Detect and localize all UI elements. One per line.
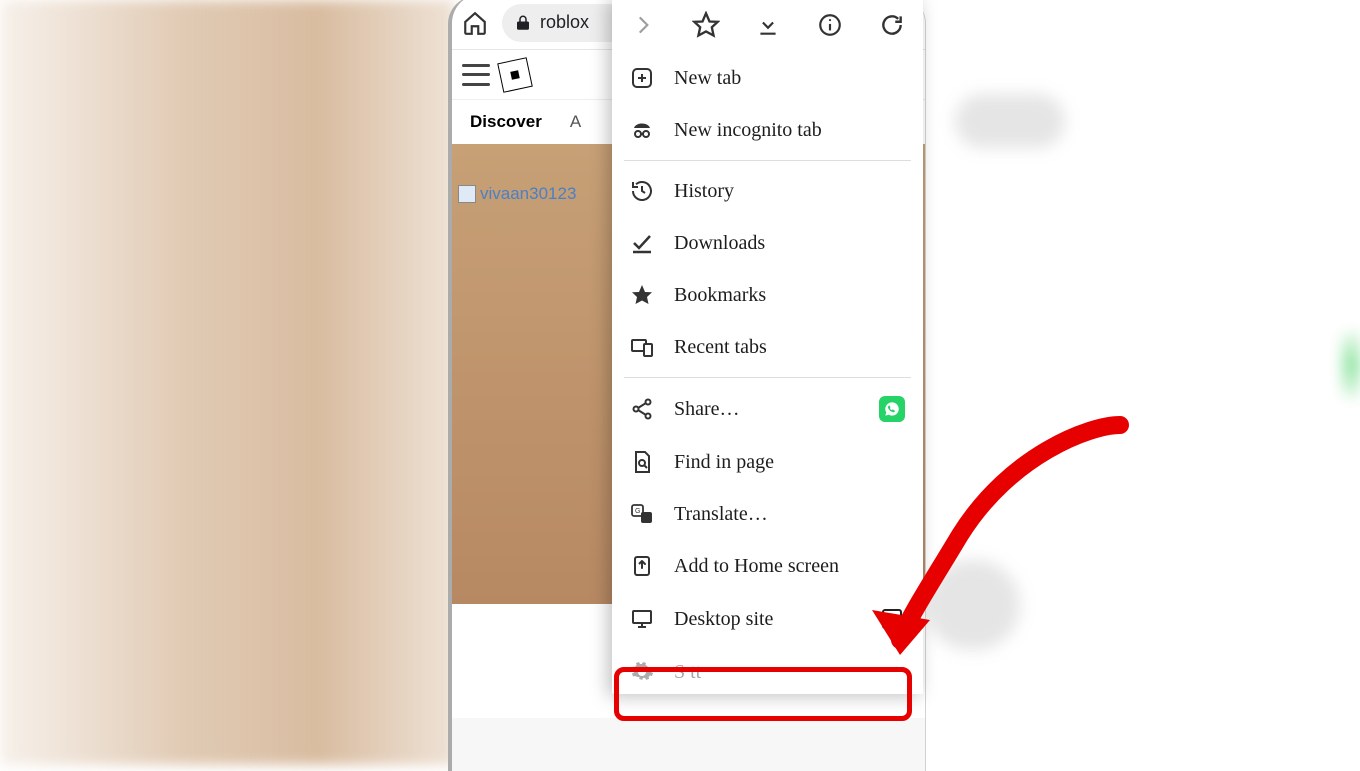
menu-label: S tt: [674, 661, 905, 684]
star-filled-icon: [630, 283, 654, 307]
desktop-site-checkbox[interactable]: [879, 606, 905, 632]
menu-downloads[interactable]: Downloads: [612, 217, 923, 269]
history-icon: [630, 179, 654, 203]
menu-find-in-page[interactable]: Find in page: [612, 436, 923, 488]
menu-label: Share…: [674, 398, 859, 421]
menu-add-home[interactable]: Add to Home screen: [612, 540, 923, 592]
devices-icon: [630, 335, 654, 359]
translate-icon: G: [630, 502, 654, 526]
blur-shape-green: [1340, 330, 1360, 400]
browser-overflow-menu: New tab New incognito tab History Downlo…: [612, 0, 923, 694]
svg-text:G: G: [635, 508, 640, 515]
menu-label: Find in page: [674, 451, 905, 474]
menu-label: Downloads: [674, 232, 905, 255]
menu-label: Recent tabs: [674, 336, 905, 359]
download-icon[interactable]: [755, 12, 781, 38]
forward-icon[interactable]: [630, 12, 656, 38]
whatsapp-icon: [879, 396, 905, 422]
tab-partial[interactable]: A: [570, 112, 581, 132]
menu-label: New incognito tab: [674, 119, 905, 142]
desktop-icon: [630, 607, 654, 631]
reload-icon[interactable]: [879, 12, 905, 38]
menu-label: New tab: [674, 67, 905, 90]
menu-divider: [624, 377, 911, 378]
info-icon[interactable]: [817, 12, 843, 38]
hamburger-icon[interactable]: [462, 64, 490, 86]
menu-label: Desktop site: [674, 608, 859, 631]
blur-shape: [955, 94, 1065, 148]
menu-iconbar: [612, 0, 923, 52]
menu-label: Translate…: [674, 503, 905, 526]
menu-desktop-site[interactable]: Desktop site: [612, 592, 923, 646]
url-text: roblox: [540, 12, 589, 33]
menu-label: History: [674, 180, 905, 203]
avatar-username: vivaan30123: [480, 184, 576, 204]
background-tan: [0, 0, 455, 765]
avatar-broken-image-icon: [458, 185, 476, 203]
menu-new-tab[interactable]: New tab: [612, 52, 923, 104]
menu-translate[interactable]: G Translate…: [612, 488, 923, 540]
menu-history[interactable]: History: [612, 165, 923, 217]
find-in-page-icon: [630, 450, 654, 474]
menu-new-incognito[interactable]: New incognito tab: [612, 104, 923, 156]
menu-bookmarks[interactable]: Bookmarks: [612, 269, 923, 321]
gear-icon: [630, 660, 654, 684]
menu-share[interactable]: Share…: [612, 382, 923, 436]
avatar-link[interactable]: vivaan30123: [458, 184, 576, 204]
blur-shape: [925, 560, 1020, 650]
menu-recent-tabs[interactable]: Recent tabs: [612, 321, 923, 373]
check-underline-icon: [630, 231, 654, 255]
menu-settings-partial[interactable]: S tt: [612, 646, 923, 684]
roblox-logo[interactable]: [497, 57, 533, 93]
add-home-icon: [630, 554, 654, 578]
star-icon[interactable]: [692, 11, 720, 39]
share-icon: [630, 397, 654, 421]
menu-divider: [624, 160, 911, 161]
tab-discover[interactable]: Discover: [470, 112, 542, 132]
plus-box-icon: [630, 66, 654, 90]
incognito-icon: [630, 118, 654, 142]
home-icon[interactable]: [462, 10, 488, 36]
menu-label: Add to Home screen: [674, 555, 905, 578]
menu-label: Bookmarks: [674, 284, 905, 307]
